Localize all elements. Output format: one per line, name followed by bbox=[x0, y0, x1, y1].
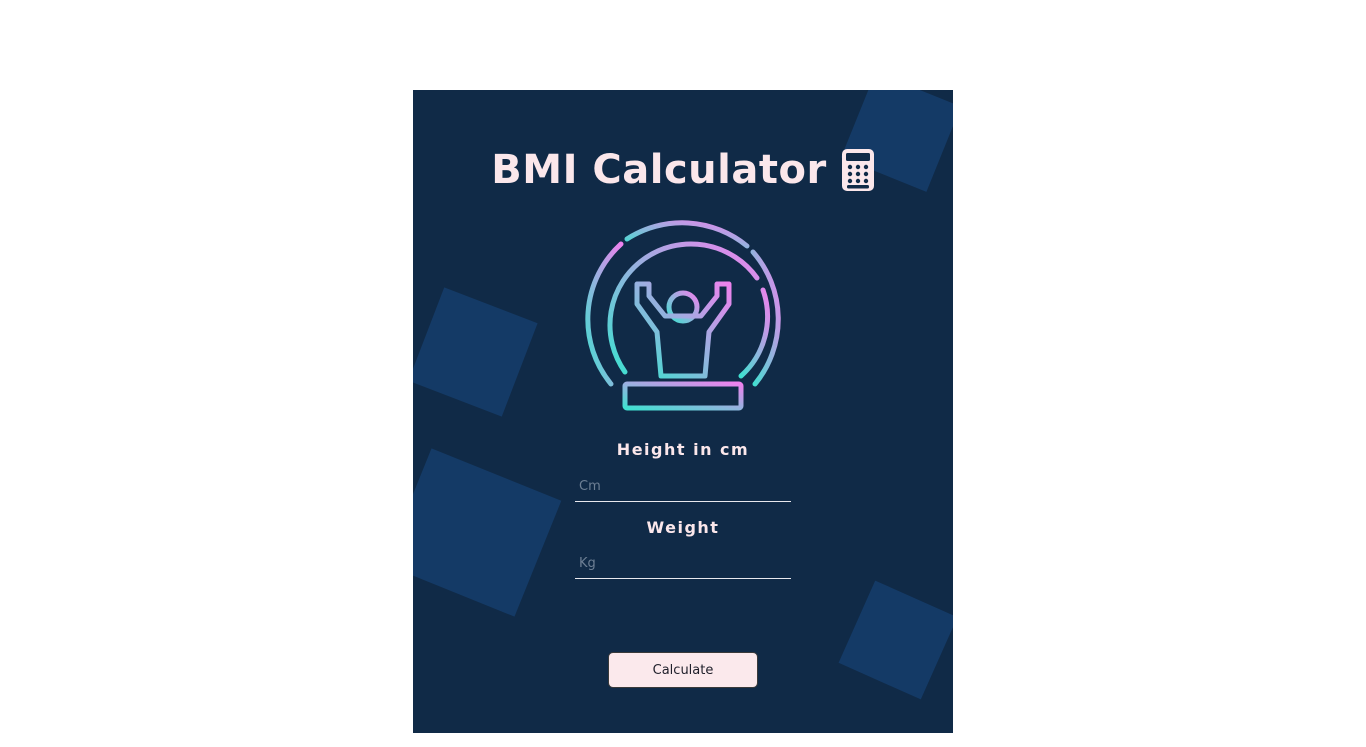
person-lifting-gauge-icon bbox=[577, 208, 789, 416]
weight-label: Weight bbox=[646, 518, 720, 537]
height-input[interactable] bbox=[575, 472, 791, 502]
decorative-square bbox=[413, 287, 538, 417]
calculate-button[interactable]: Calculate bbox=[608, 652, 758, 688]
title-text: BMI Calculator bbox=[491, 147, 827, 193]
page-title: BMI Calculator bbox=[413, 142, 953, 198]
bmi-calculator-card: BMI Calculator Height in cm Cm Weight Kg… bbox=[413, 90, 953, 733]
height-label: Height in cm bbox=[616, 440, 750, 459]
weight-input[interactable] bbox=[575, 549, 791, 579]
decorative-square bbox=[838, 580, 953, 700]
calculator-icon bbox=[841, 148, 875, 192]
